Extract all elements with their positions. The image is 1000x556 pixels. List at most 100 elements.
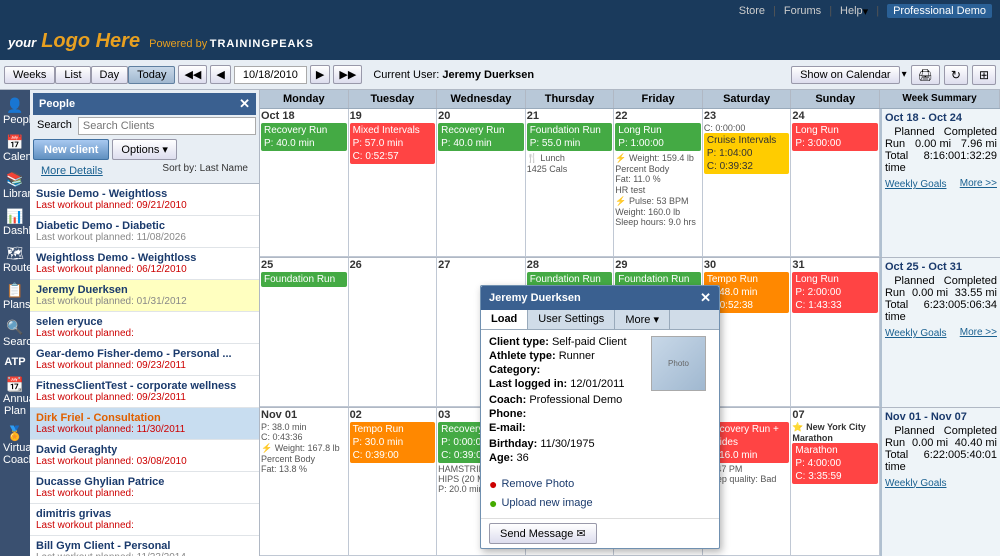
list-item-dirk[interactable]: Dirk Friel - Consultation Last workout p… bbox=[30, 408, 259, 440]
forums-link[interactable]: Forums bbox=[784, 5, 821, 17]
cal-cell-oct25[interactable]: 25 Foundation Run bbox=[260, 258, 349, 406]
list-item[interactable]: Susie Demo - Weightloss Last workout pla… bbox=[30, 184, 259, 216]
list-item[interactable]: FitnessClientTest - corporate wellness L… bbox=[30, 376, 259, 408]
more-link-2[interactable]: More >> bbox=[960, 327, 997, 338]
workout-block[interactable]: Mixed IntervalsP: 57.0 minC: 0:52:57 bbox=[350, 123, 436, 164]
cal-cell-oct23[interactable]: 23 C: 0:00:00 Cruise IntervalsP: 1:04:00… bbox=[703, 109, 792, 257]
sidebar-item-calendar[interactable]: 📅 Calendar bbox=[1, 131, 29, 166]
action-buttons-row: New client Options ▾ bbox=[33, 137, 256, 162]
sidebar-item-library[interactable]: 📚 Library bbox=[1, 168, 29, 203]
col-saturday: Saturday bbox=[703, 90, 792, 108]
nav-prev-btn[interactable]: ◀ bbox=[210, 65, 230, 84]
workout-block[interactable]: Cruise IntervalsP: 1:04:00C: 0:39:32 bbox=[704, 133, 790, 174]
cal-cell-nov02[interactable]: 02 Tempo RunP: 30.0 minC: 0:39:00 bbox=[349, 408, 438, 556]
cal-cell-oct21[interactable]: 21 Foundation RunP: 55.0 min 🍴 Lunch1425… bbox=[526, 109, 615, 257]
more-link-1[interactable]: More >> bbox=[960, 178, 997, 189]
cal-cell-nov01[interactable]: Nov 01 P: 38.0 minC: 0:43:36 ⚡ Weight: 1… bbox=[260, 408, 349, 556]
atp-icon: ATP bbox=[4, 356, 25, 368]
list-item[interactable]: Jeremy Duerksen Last workout planned: 01… bbox=[30, 280, 259, 312]
new-client-btn[interactable]: New client bbox=[33, 139, 109, 160]
store-link[interactable]: Store bbox=[739, 5, 765, 17]
workout-block[interactable]: Foundation RunP: 55.0 min bbox=[527, 123, 613, 151]
search-row: Search bbox=[33, 115, 256, 137]
help-link[interactable]: Help bbox=[840, 5, 863, 17]
day-btn[interactable]: Day bbox=[91, 66, 129, 84]
weekly-goals-link-2[interactable]: Weekly Goals bbox=[885, 328, 947, 339]
popup-close-btn[interactable]: ✕ bbox=[700, 290, 711, 306]
workout-block[interactable]: Long RunP: 1:00:00 bbox=[615, 123, 701, 151]
popup-tab-load[interactable]: Load bbox=[481, 310, 528, 329]
view-toggle: Weeks List Day Today bbox=[4, 66, 175, 84]
list-item[interactable]: Weightloss Demo - Weightloss Last workou… bbox=[30, 248, 259, 280]
sidebar-item-routes[interactable]: 🗺 Routes bbox=[1, 242, 29, 277]
sidebar-close-btn[interactable]: ✕ bbox=[239, 96, 250, 112]
cal-cell-oct31[interactable]: 31 Long RunP: 2:00:00C: 1:43:33 bbox=[791, 258, 880, 406]
remove-photo-action[interactable]: ● Remove Photo bbox=[489, 476, 711, 492]
sidebar: People ✕ Search New client Options ▾ Mor… bbox=[30, 90, 260, 556]
popup-photo-area: Photo bbox=[651, 336, 711, 466]
popup-footer: Send Message ✉ bbox=[481, 518, 719, 548]
workout-block[interactable]: Long RunP: 3:00:00 bbox=[792, 123, 878, 151]
today-btn[interactable]: Today bbox=[128, 66, 175, 84]
annual-plan-icon: 📆 bbox=[3, 376, 27, 393]
sidebar-item-people[interactable]: 👤 People bbox=[1, 94, 29, 129]
refresh-btn[interactable]: ↻ bbox=[944, 65, 968, 85]
weekly-goals-link-3[interactable]: Weekly Goals bbox=[885, 478, 947, 489]
sidebar-item-annual-plan[interactable]: 📆 Annual Plan bbox=[1, 373, 29, 420]
popup-tab-user-settings[interactable]: User Settings bbox=[528, 310, 615, 329]
app-header: your Logo Here Powered by TRAININGPEAKS bbox=[0, 22, 1000, 60]
weekly-goals-link-1[interactable]: Weekly Goals bbox=[885, 179, 947, 190]
col-sunday: Sunday bbox=[791, 90, 880, 108]
list-btn[interactable]: List bbox=[55, 66, 90, 84]
grid-btn[interactable]: ⊞ bbox=[972, 65, 996, 85]
cal-cell-oct22[interactable]: 22 Long RunP: 1:00:00 ⚡ Weight: 159.4 lb… bbox=[614, 109, 703, 257]
workout-block[interactable]: Recovery RunP: 40.0 min bbox=[438, 123, 524, 151]
upload-photo-action[interactable]: ● Upload new image bbox=[489, 495, 711, 511]
cal-cell-oct24[interactable]: 24 Long RunP: 3:00:00 bbox=[791, 109, 880, 257]
more-details-link[interactable]: More Details bbox=[37, 163, 107, 179]
list-item[interactable]: dimitris grivas Last workout planned: bbox=[30, 504, 259, 536]
app-container: Store | Forums | Help▾ | Professional De… bbox=[0, 0, 1000, 556]
list-item[interactable]: Ducasse Ghylian Patrice Last workout pla… bbox=[30, 472, 259, 504]
list-item[interactable]: Diabetic Demo - Diabetic Last workout pl… bbox=[30, 216, 259, 248]
send-message-btn[interactable]: Send Message ✉ bbox=[489, 523, 597, 544]
print-btn[interactable]: 🖨 bbox=[911, 65, 940, 85]
show-on-calendar-btn[interactable]: Show on Calendar bbox=[791, 66, 900, 84]
sidebar-item-atp[interactable]: ATP bbox=[1, 353, 29, 371]
weeks-btn[interactable]: Weeks bbox=[4, 66, 55, 84]
options-btn[interactable]: Options ▾ bbox=[112, 139, 176, 160]
nav-toolbar: Weeks List Day Today ◀◀ ◀ 10/18/2010 ▶ ▶… bbox=[0, 60, 1000, 90]
date-range-display: 10/18/2010 bbox=[234, 66, 307, 84]
col-friday: Friday bbox=[614, 90, 703, 108]
nav-next-btn[interactable]: ▶ bbox=[310, 65, 330, 84]
dashboard-icon: 📊 bbox=[3, 208, 27, 225]
workout-block[interactable]: MarathonP: 4:00:00C: 3:35:59 bbox=[792, 443, 878, 484]
list-item[interactable]: selen eryuce Last workout planned: bbox=[30, 312, 259, 344]
list-item[interactable]: David Geraghty Last workout planned: 03/… bbox=[30, 440, 259, 472]
pro-demo-link[interactable]: Professional Demo bbox=[887, 4, 992, 18]
calendar-icon: 📅 bbox=[3, 134, 27, 151]
cal-cell-oct18[interactable]: Oct 18 Recovery RunP: 40.0 min bbox=[260, 109, 349, 257]
workout-block[interactable]: Foundation Run bbox=[261, 272, 347, 287]
cal-cell-nov07[interactable]: 07 ⭐ New York City Marathon MarathonP: 4… bbox=[791, 408, 880, 556]
cal-cell-oct19[interactable]: 19 Mixed IntervalsP: 57.0 minC: 0:52:57 bbox=[349, 109, 438, 257]
workout-block[interactable]: Recovery RunP: 40.0 min bbox=[261, 123, 347, 151]
workout-block[interactable]: Tempo RunP: 30.0 minC: 0:39:00 bbox=[350, 422, 436, 463]
nav-last-btn[interactable]: ▶▶ bbox=[333, 65, 362, 84]
sidebar-header: People ✕ Search New client Options ▾ Mor… bbox=[30, 90, 259, 184]
workout-block[interactable]: Long RunP: 2:00:00C: 1:43:33 bbox=[792, 272, 878, 313]
nav-first-btn[interactable]: ◀◀ bbox=[178, 65, 207, 84]
logo: your Logo Here Powered by TRAININGPEAKS bbox=[8, 30, 314, 53]
cal-cell-oct20[interactable]: 20 Recovery RunP: 40.0 min bbox=[437, 109, 526, 257]
cal-cell-oct26[interactable]: 26 bbox=[349, 258, 438, 406]
list-item[interactable]: Bill Gym Client - Personal Last workout … bbox=[30, 536, 259, 556]
sidebar-item-plans[interactable]: 📋 Plans bbox=[1, 279, 29, 314]
sidebar-item-virtual-coach[interactable]: 🏅 Virtual Coach bbox=[1, 422, 29, 469]
sidebar-item-dashboard[interactable]: 📊 Dashboard bbox=[1, 205, 29, 240]
popup-tab-more[interactable]: More ▾ bbox=[615, 310, 670, 329]
list-item[interactable]: Gear-demo Fisher-demo - Personal ... Las… bbox=[30, 344, 259, 376]
chevron-down-icon: ▾ bbox=[162, 143, 168, 156]
sidebar-item-search[interactable]: 🔍 Search bbox=[1, 316, 29, 351]
sort-by-label: Sort by: Last Name bbox=[162, 163, 252, 179]
search-input[interactable] bbox=[78, 117, 256, 135]
